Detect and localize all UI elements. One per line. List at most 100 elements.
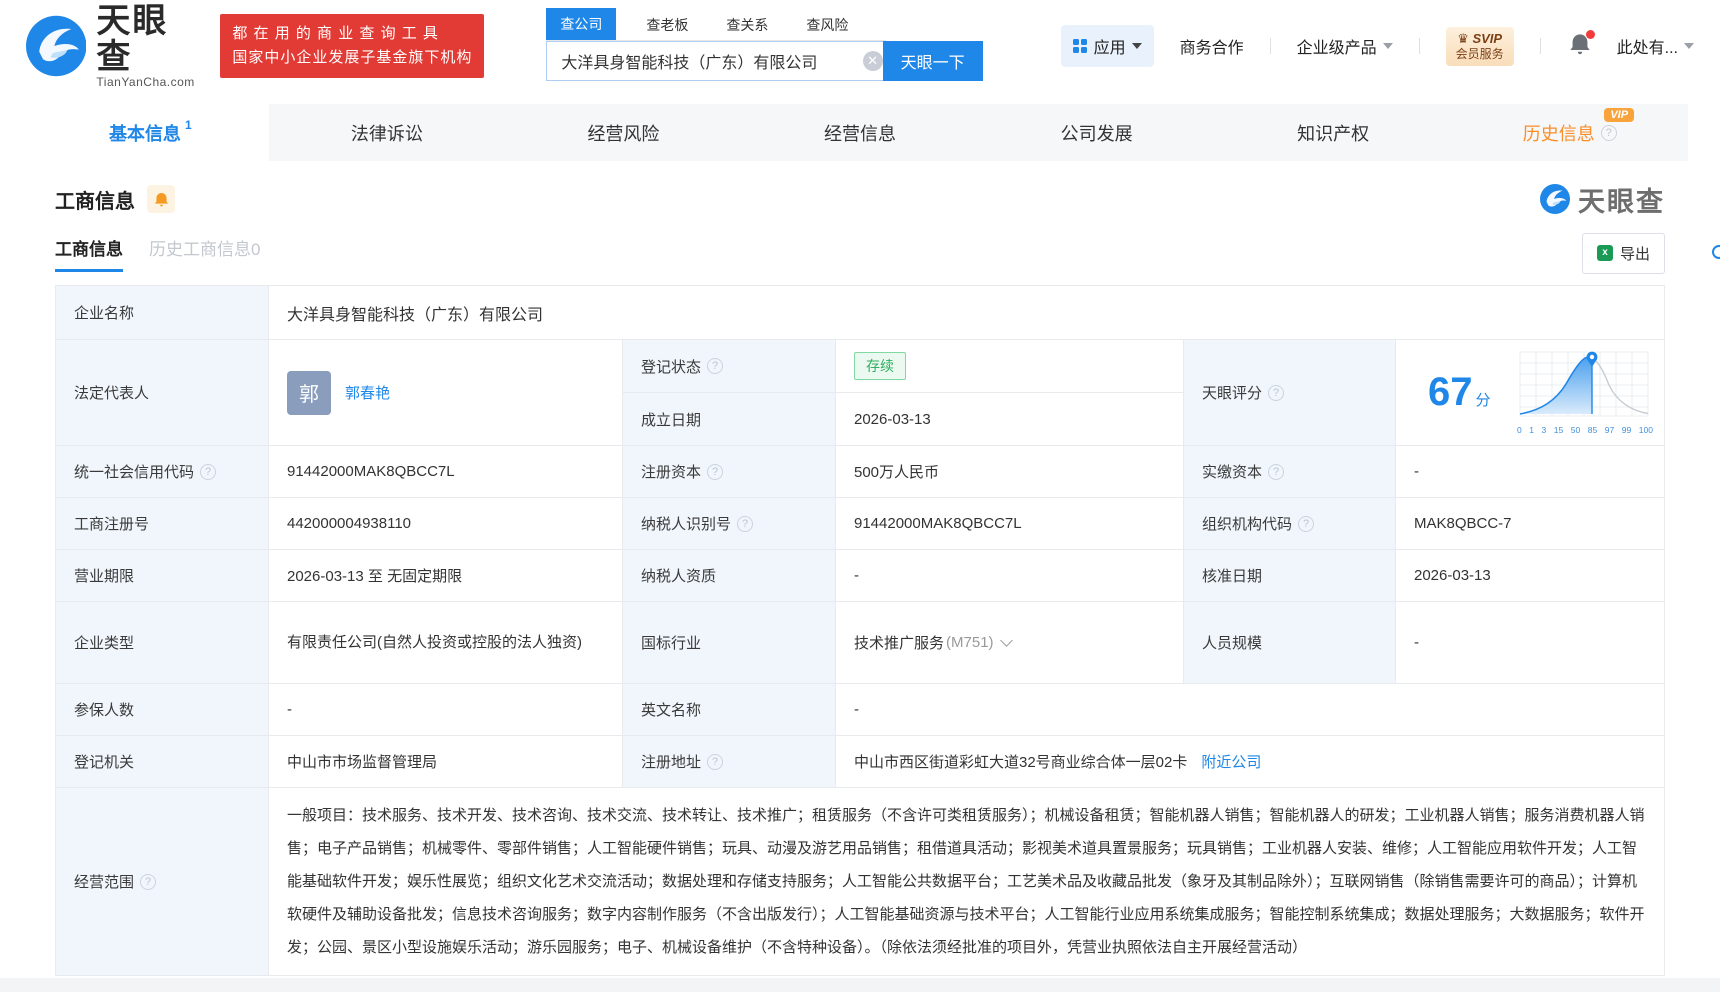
legal-rep-avatar[interactable]: 郭 xyxy=(287,370,331,415)
tianyancha-logo[interactable]: 天眼查 TianYanCha.com xyxy=(26,3,198,89)
nav-business-cooperation[interactable]: 商务合作 xyxy=(1180,34,1244,58)
help-icon[interactable] xyxy=(140,873,157,890)
help-icon[interactable] xyxy=(707,358,724,374)
reg-status-label: 登记状态 xyxy=(623,340,836,393)
apps-menu[interactable]: 应用 xyxy=(1060,25,1154,67)
svip-sublabel: 会员服务 xyxy=(1455,46,1504,61)
reg-capital-label: 注册资本 xyxy=(623,446,836,498)
score-value[interactable]: 67 分 0 1 3 15 50 85 97 99 100 xyxy=(1396,340,1665,446)
tab-company-development[interactable]: 公司发展 xyxy=(978,104,1215,161)
uscc-value: 91442000MAK8QBCC7L xyxy=(269,446,623,498)
apps-grid-icon xyxy=(1072,39,1087,53)
tianyancha-logo-icon xyxy=(26,15,87,77)
english-name-label: 英文名称 xyxy=(623,684,836,736)
tab-intellectual-property[interactable]: 知识产权 xyxy=(1215,104,1452,161)
reg-address-label: 注册地址 xyxy=(623,736,836,788)
company-type-value: 有限责任公司(自然人投资或控股的法人独资) xyxy=(269,602,623,684)
vip-tag: VIP xyxy=(1604,108,1635,122)
reg-authority-label: 登记机关 xyxy=(56,736,269,788)
top-nav: 应用 商务合作 企业级产品 ♛ SVIP 会员服务 此处有... xyxy=(1060,25,1694,67)
paid-capital-label: 实缴资本 xyxy=(1184,446,1396,498)
slogan-line1: 都 在 用 的 商 业 查 询 工 具 xyxy=(232,25,439,42)
staff-size-value: - xyxy=(1396,602,1665,684)
search-tab-risk[interactable]: 查风险 xyxy=(794,10,860,40)
watermark-logo-icon xyxy=(1540,184,1570,214)
subtab-history-business-info[interactable]: 历史工商信息0 xyxy=(149,235,260,272)
chevron-down-icon[interactable] xyxy=(999,634,1013,647)
nav-enterprise-products[interactable]: 企业级产品 xyxy=(1297,34,1393,58)
reg-number-label: 工商注册号 xyxy=(56,498,269,550)
subtab-business-info[interactable]: 工商信息 xyxy=(55,235,123,272)
clear-search-icon[interactable]: ✕ xyxy=(862,51,883,71)
taxpayer-quali-value: - xyxy=(836,550,1184,602)
tab-operational-risk[interactable]: 经营风险 xyxy=(505,104,742,161)
company-name-value: 大洋具身智能科技（广东）有限公司 xyxy=(269,286,1665,340)
tab-legal-proceedings[interactable]: 法律诉讼 xyxy=(269,104,506,161)
apps-label: 应用 xyxy=(1093,40,1126,57)
svip-member-badge[interactable]: ♛ SVIP 会员服务 xyxy=(1445,26,1514,66)
slogan-line2: 国家中小企业发展子基金旗下机构 xyxy=(232,49,473,66)
company-section-tabs: 基本信息 1 法律诉讼 经营风险 经营信息 公司发展 知识产权 VIP 历史信息 xyxy=(32,104,1688,161)
score-unit: 分 xyxy=(1475,392,1491,409)
insured-count-label: 参保人数 xyxy=(56,684,269,736)
english-name-value: - xyxy=(836,684,1665,736)
help-icon[interactable] xyxy=(707,463,724,480)
uscc-label: 统一社会信用代码 xyxy=(56,446,269,498)
score-number: 67 xyxy=(1428,370,1473,414)
search-area: 查公司 查老板 查关系 查风险 ✕ 天眼一下 xyxy=(546,8,983,81)
logo-title: 天眼查 xyxy=(96,2,169,76)
tianyancha-watermark: 天眼查 xyxy=(1540,180,1665,219)
insured-count-value: - xyxy=(269,684,623,736)
company-info-table: 企业名称 大洋具身智能科技（广东）有限公司 法定代表人 郭 郭春艳 登记状态 存… xyxy=(55,285,1665,976)
tab-basic-info[interactable]: 基本信息 1 xyxy=(32,104,269,161)
export-button[interactable]: x 导出 xyxy=(1581,232,1665,274)
subscribe-bell-icon[interactable] xyxy=(147,185,175,213)
industry-value[interactable]: 技术推广服务 (M751) xyxy=(836,602,1184,684)
floating-widget-handle[interactable] xyxy=(1712,245,1720,259)
divider xyxy=(1418,38,1420,54)
search-tabs: 查公司 查老板 查关系 查风险 xyxy=(546,8,887,41)
paid-capital-value: - xyxy=(1396,446,1665,498)
reg-number-value: 442000004938110 xyxy=(269,498,623,550)
establish-date-label: 成立日期 xyxy=(623,393,836,446)
reg-address-value: 中山市西区街道彩虹大道32号商业综合体一层02卡 附近公司 xyxy=(836,736,1665,788)
tab-history-info[interactable]: VIP 历史信息 xyxy=(1451,104,1688,161)
help-icon[interactable] xyxy=(1298,515,1315,532)
help-icon[interactable] xyxy=(1600,124,1617,141)
help-icon[interactable] xyxy=(737,515,754,532)
divider xyxy=(1269,38,1271,54)
logo-subtitle: TianYanCha.com xyxy=(96,75,195,89)
help-icon[interactable] xyxy=(707,753,724,770)
notification-bell-icon[interactable] xyxy=(1569,29,1595,60)
chevron-down-icon xyxy=(1382,43,1393,49)
score-label: 天眼评分 xyxy=(1184,340,1396,446)
excel-icon: x xyxy=(1596,245,1613,261)
search-tab-company[interactable]: 查公司 xyxy=(546,8,617,40)
reg-authority-value: 中山市市场监督管理局 xyxy=(269,736,623,788)
brand-slogan-badge: 都 在 用 的 商 业 查 询 工 具 国家中小企业发展子基金旗下机构 xyxy=(220,14,485,78)
business-scope-label: 经营范围 xyxy=(56,788,269,976)
section-title: 工商信息 xyxy=(55,190,135,213)
taxpayer-id-value: 91442000MAK8QBCC7L xyxy=(836,498,1184,550)
help-icon[interactable] xyxy=(200,463,217,480)
score-chart-axis: 0 1 3 15 50 85 97 99 100 xyxy=(1517,425,1653,435)
business-term-label: 营业期限 xyxy=(56,550,269,602)
search-tab-boss[interactable]: 查老板 xyxy=(634,10,700,40)
search-tab-relation[interactable]: 查关系 xyxy=(714,10,780,40)
legal-rep-link[interactable]: 郭春艳 xyxy=(345,382,390,403)
company-name-label: 企业名称 xyxy=(56,286,269,340)
search-input[interactable] xyxy=(546,41,893,81)
nearby-companies-link[interactable]: 附近公司 xyxy=(1201,751,1261,772)
business-scope-value: 一般项目：技术服务、技术开发、技术咨询、技术交流、技术转让、技术推广；租赁服务（… xyxy=(269,788,1665,976)
org-code-value: MAK8QBCC-7 xyxy=(1396,498,1665,550)
notification-dot xyxy=(1585,29,1595,39)
help-icon[interactable] xyxy=(1268,463,1285,480)
account-label: 此处有... xyxy=(1616,40,1678,57)
svip-label: SVIP xyxy=(1472,30,1503,46)
account-menu[interactable]: 此处有... xyxy=(1617,34,1694,58)
approval-date-value: 2026-03-13 xyxy=(1396,550,1665,602)
tab-business-info[interactable]: 经营信息 xyxy=(742,104,979,161)
section-divider xyxy=(0,978,1720,992)
search-button[interactable]: 天眼一下 xyxy=(882,41,983,81)
help-icon[interactable] xyxy=(1268,384,1285,401)
